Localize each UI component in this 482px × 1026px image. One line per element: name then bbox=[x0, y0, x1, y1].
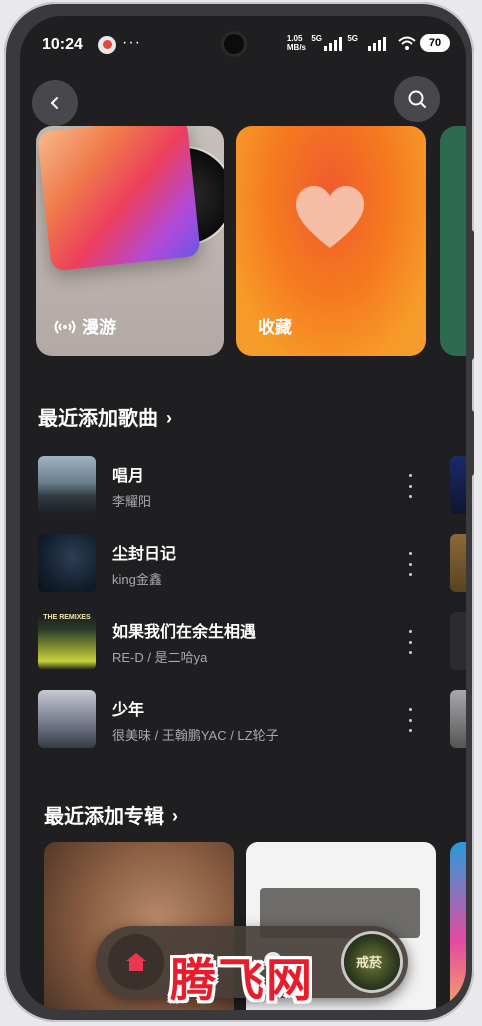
home-icon bbox=[126, 953, 146, 971]
chevron-left-icon bbox=[50, 97, 58, 109]
song-row[interactable]: 尘封日记 king金鑫 bbox=[38, 534, 418, 594]
network-speed: 1.05 MB/s bbox=[286, 34, 306, 52]
song-cover: THE REMIXES bbox=[38, 612, 96, 670]
recent-songs-header[interactable]: 最近添加歌曲 › bbox=[38, 402, 172, 431]
song-row[interactable]: 唱月 李耀阳 bbox=[38, 456, 418, 516]
search-icon bbox=[408, 90, 426, 108]
song-cover bbox=[38, 690, 96, 748]
song-artist: king金鑫 bbox=[112, 572, 162, 587]
status-time: 10:24 bbox=[42, 36, 83, 53]
favorites-card-label: 收藏 bbox=[258, 318, 292, 337]
song-row[interactable]: 少年 很美味 / 王翰鹏YAC / LZ轮子 bbox=[38, 690, 418, 750]
notification-app-icon bbox=[98, 36, 116, 54]
more-options-icon[interactable] bbox=[402, 708, 418, 732]
song-cover bbox=[38, 534, 96, 592]
song-artist: 李耀阳 bbox=[112, 494, 152, 509]
phone-frame: 10:24 ··· 1.05 MB/s 5G 5G 70 漫游 收藏 最近添加歌… bbox=[4, 2, 474, 1022]
more-options-icon[interactable] bbox=[402, 474, 418, 498]
favorites-card[interactable]: 收藏 bbox=[236, 126, 426, 356]
song-cover-peek bbox=[450, 534, 466, 592]
chevron-right-icon: › bbox=[166, 408, 172, 428]
song-cover bbox=[38, 456, 96, 514]
heart-icon bbox=[296, 186, 364, 248]
sim2-type: 5G bbox=[347, 34, 358, 43]
watermark: 腾飞网 bbox=[170, 954, 314, 1006]
song-row[interactable]: THE REMIXES 如果我们在余生相遇 RE-D / 是二哈ya bbox=[38, 612, 418, 672]
front-camera bbox=[224, 34, 244, 54]
back-button[interactable] bbox=[32, 80, 78, 126]
status-bar: 10:24 ··· 1.05 MB/s 5G 5G 70 bbox=[42, 34, 450, 58]
radio-waves-icon bbox=[54, 320, 76, 334]
recent-albums-header[interactable]: 最近添加专辑 › bbox=[44, 800, 178, 829]
song-title: 唱月 bbox=[112, 468, 145, 485]
gradient-cover-art bbox=[37, 126, 201, 272]
song-artist: RE-D / 是二哈ya bbox=[112, 650, 208, 665]
volume-button bbox=[468, 230, 474, 360]
song-cover-peek bbox=[450, 456, 466, 514]
album-card-peek[interactable] bbox=[450, 842, 466, 1010]
screen: 10:24 ··· 1.05 MB/s 5G 5G 70 漫游 收藏 最近添加歌… bbox=[20, 16, 466, 1010]
search-button[interactable] bbox=[394, 76, 440, 122]
chevron-right-icon: › bbox=[172, 806, 178, 826]
signal-icon bbox=[324, 37, 342, 51]
more-options-icon[interactable] bbox=[402, 552, 418, 576]
roam-card-label: 漫游 bbox=[52, 313, 116, 338]
next-card[interactable] bbox=[440, 126, 466, 356]
song-title: 尘封日记 bbox=[112, 546, 177, 563]
roam-card[interactable]: 漫游 bbox=[36, 126, 224, 356]
song-cover-peek bbox=[450, 612, 466, 670]
home-button[interactable] bbox=[108, 934, 164, 990]
song-title: 少年 bbox=[112, 702, 145, 719]
more-options-icon[interactable] bbox=[402, 630, 418, 654]
wifi-icon bbox=[398, 36, 416, 50]
song-cover-peek bbox=[450, 690, 466, 748]
now-playing-disc[interactable]: 戒菸 bbox=[344, 934, 400, 990]
song-title: 如果我们在余生相遇 bbox=[112, 624, 257, 641]
more-notifications-icon: ··· bbox=[122, 34, 141, 51]
sim1-type: 5G bbox=[311, 34, 322, 43]
song-artist: 很美味 / 王翰鹏YAC / LZ轮子 bbox=[112, 728, 279, 743]
signal-icon-2 bbox=[368, 37, 386, 51]
power-button bbox=[468, 410, 474, 476]
battery-level: 70 bbox=[420, 34, 450, 52]
